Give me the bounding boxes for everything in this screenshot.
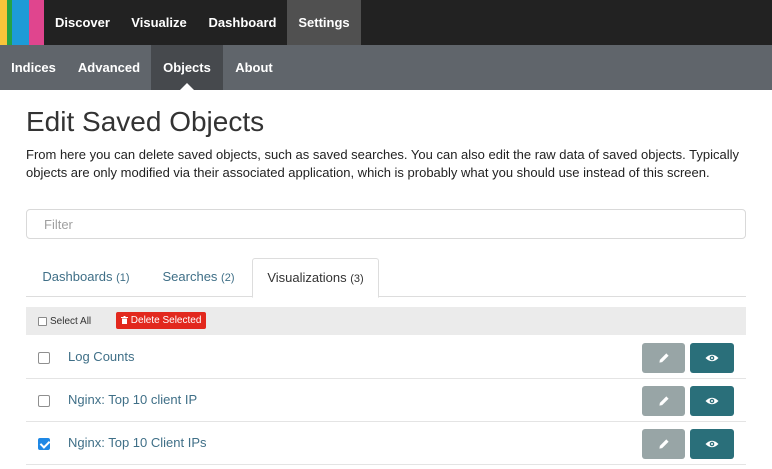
- active-caret-icon: [180, 83, 194, 90]
- app-logo[interactable]: [0, 0, 44, 45]
- pencil-icon: [658, 439, 669, 449]
- row-checkbox[interactable]: [38, 352, 50, 364]
- trash-icon: [121, 316, 128, 324]
- row-checkbox[interactable]: [38, 395, 50, 407]
- view-button[interactable]: [690, 386, 734, 416]
- row-checkbox[interactable]: [38, 438, 50, 450]
- page-description: From here you can delete saved objects, …: [26, 147, 740, 180]
- subnav-advanced[interactable]: Advanced: [67, 45, 151, 90]
- pencil-icon: [658, 353, 669, 363]
- subnav-about[interactable]: About: [223, 45, 285, 90]
- list-item: Nginx: Top 10 Client IPs: [26, 422, 746, 465]
- top-navbar: Discover Visualize Dashboard Settings: [0, 0, 772, 45]
- eye-icon: [705, 440, 719, 448]
- tab-label: Searches: [162, 269, 218, 284]
- subnav-indices[interactable]: Indices: [0, 45, 67, 90]
- tab-visualizations[interactable]: Visualizations (3): [252, 258, 379, 298]
- list-item: Log Counts: [26, 336, 746, 379]
- nav-settings[interactable]: Settings: [287, 0, 361, 45]
- tab-count: (3): [350, 273, 364, 285]
- tab-label: Visualizations: [267, 270, 347, 285]
- pencil-icon: [658, 396, 669, 406]
- view-button[interactable]: [690, 429, 734, 459]
- nav-dashboard[interactable]: Dashboard: [199, 0, 286, 45]
- edit-button[interactable]: [642, 343, 685, 373]
- delete-selected-label: Delete Selected: [130, 315, 202, 326]
- list-item: Nginx: Top 10 client IP: [26, 379, 746, 422]
- eye-icon: [705, 397, 719, 405]
- objects-toolbar: Select All Delete Selected: [26, 307, 746, 335]
- tab-label: Dashboards: [42, 269, 113, 284]
- subnav-objects-label: Objects: [163, 60, 211, 75]
- object-title-link[interactable]: Log Counts: [68, 349, 135, 364]
- delete-selected-button[interactable]: Delete Selected: [116, 312, 207, 329]
- tab-count: (2): [221, 272, 235, 284]
- logo-stripe: [12, 0, 29, 45]
- edit-button[interactable]: [642, 386, 685, 416]
- subnav-objects[interactable]: Objects: [151, 45, 223, 90]
- nav-visualize[interactable]: Visualize: [119, 0, 199, 45]
- object-type-tabs: Dashboards (1) Searches (2) Visualizatio…: [26, 258, 746, 298]
- tab-count: (1): [116, 272, 130, 284]
- settings-subnav: Indices Advanced Objects About: [0, 45, 772, 90]
- edit-button[interactable]: [642, 429, 685, 459]
- object-title-link[interactable]: Nginx: Top 10 Client IPs: [68, 435, 207, 450]
- logo-stripe: [0, 0, 7, 45]
- select-all-label: Select All: [50, 315, 92, 327]
- nav-discover[interactable]: Discover: [46, 0, 119, 45]
- page-title: Edit Saved Objects: [26, 106, 265, 137]
- select-all-checkbox[interactable]: Select All: [38, 315, 91, 327]
- tab-dashboards[interactable]: Dashboards (1): [26, 258, 146, 297]
- checkbox-icon: [38, 316, 47, 326]
- eye-icon: [705, 354, 719, 362]
- view-button[interactable]: [690, 343, 734, 373]
- tab-searches[interactable]: Searches (2): [146, 258, 251, 297]
- logo-stripe: [29, 0, 44, 45]
- filter-input[interactable]: [26, 209, 746, 239]
- object-title-link[interactable]: Nginx: Top 10 client IP: [68, 392, 197, 407]
